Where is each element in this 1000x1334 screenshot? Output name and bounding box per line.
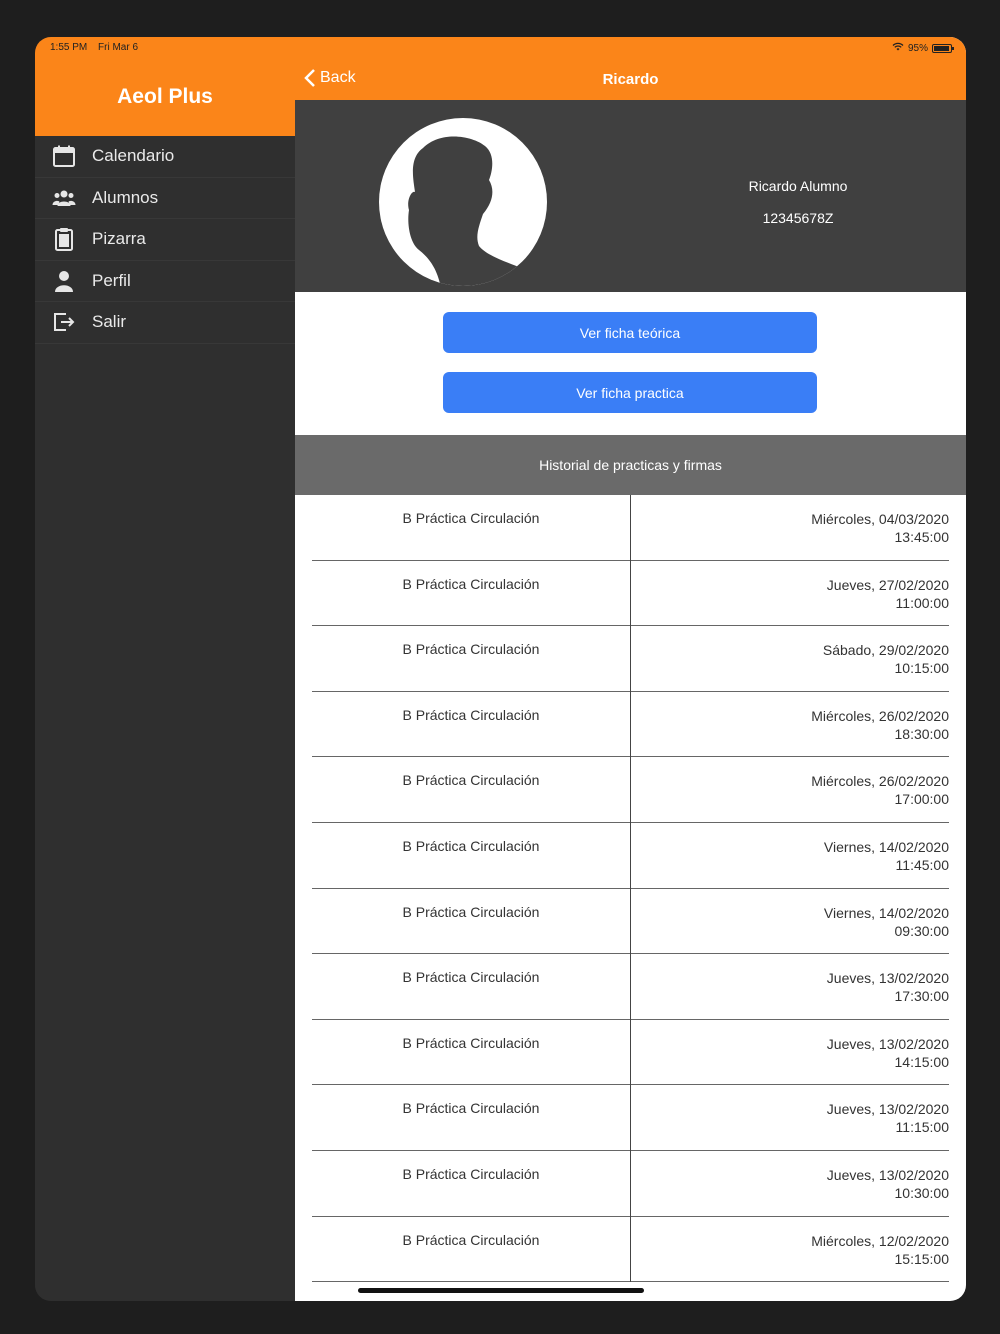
practice-type: B Práctica Circulación [402, 837, 540, 854]
sidebar-item-calendario[interactable]: Calendario [35, 136, 295, 178]
practice-datetime: Jueves, 13/02/2020 17:30:00 [630, 954, 949, 1019]
sidebar-item-label: Perfil [92, 270, 131, 290]
history-table: B Práctica Circulación Miércoles, 04/03/… [295, 495, 966, 1283]
practice-datetime: Jueves, 27/02/2020 11:00:00 [630, 561, 949, 626]
practice-date: Jueves, 13/02/2020 [826, 1035, 949, 1052]
app-title: Aeol Plus [117, 85, 213, 108]
practice-date: Miércoles, 26/02/2020 [811, 773, 949, 790]
page-title: Ricardo [602, 71, 659, 88]
sidebar-item-label: Pizarra [92, 229, 146, 249]
sidebar-item-label: Calendario [92, 146, 175, 166]
practice-time: 10:15:00 [894, 660, 950, 677]
main-content: 95% Back Ricardo Ricardo Alumno 12345678… [295, 37, 966, 1301]
practice-type: B Práctica Circulación [402, 1165, 540, 1182]
practice-type: B Práctica Circulación [402, 706, 540, 723]
practice-time: 13:45:00 [894, 529, 950, 545]
actions-panel: Ver ficha teórica Ver ficha practica [295, 292, 966, 435]
history-header: Historial de practicas y firmas [295, 435, 966, 495]
practice-date: Jueves, 13/02/2020 [826, 1166, 949, 1183]
sidebar-item-salir[interactable]: Salir [35, 302, 295, 344]
tablet-screen: 1:55 PM Fri Mar 6 Aeol Plus Calendario A… [35, 37, 966, 1301]
practice-type: B Práctica Circulación [402, 1231, 540, 1248]
practice-time: 11:45:00 [895, 856, 949, 873]
practice-type: B Práctica Circulación [402, 510, 540, 526]
avatar [379, 118, 547, 286]
wifi-icon [892, 42, 904, 54]
profile-name: Ricardo Alumno [748, 178, 848, 194]
practice-datetime: Viernes, 14/02/2020 11:45:00 [630, 823, 949, 888]
practice-type: B Práctica Circulación [402, 641, 540, 658]
practice-date: Miércoles, 04/03/2020 [811, 511, 949, 527]
status-date: Fri Mar 6 [98, 42, 139, 53]
practice-datetime: Jueves, 13/02/2020 14:15:00 [630, 1020, 949, 1085]
practice-datetime: Jueves, 13/02/2020 10:30:00 [630, 1151, 949, 1216]
practice-time: 14:15:00 [894, 1053, 950, 1070]
practice-time: 09:30:00 [894, 922, 950, 939]
practice-datetime: Miércoles, 26/02/2020 17:00:00 [630, 757, 949, 822]
practice-type: B Práctica Circulación [402, 903, 540, 920]
navbar: 95% Back Ricardo [295, 37, 966, 100]
calendar-icon [51, 143, 77, 169]
sidebar: 1:55 PM Fri Mar 6 Aeol Plus Calendario A… [35, 37, 295, 1301]
logout-icon [51, 309, 77, 335]
practice-time: 18:30:00 [894, 725, 950, 742]
battery-icon [932, 43, 954, 53]
practice-date: Jueves, 13/02/2020 [826, 970, 949, 987]
practice-datetime: Sábado, 29/02/2020 10:15:00 [630, 626, 949, 691]
practice-type: B Práctica Circulación [402, 1034, 540, 1051]
sidebar-item-perfil[interactable]: Perfil [35, 261, 295, 302]
sidebar-header: 1:55 PM Fri Mar 6 Aeol Plus [35, 37, 295, 136]
sidebar-item-label: Salir [92, 312, 127, 332]
practice-time: 17:30:00 [894, 988, 950, 1005]
practice-date: Miércoles, 12/02/2020 [811, 1232, 949, 1249]
practice-date: Miércoles, 26/02/2020 [811, 707, 949, 724]
practice-type: B Práctica Circulación [402, 1100, 540, 1117]
practice-time: 17:00:00 [894, 791, 950, 808]
practice-type: B Práctica Circulación [402, 575, 540, 592]
practice-type: B Práctica Circulación [402, 969, 540, 986]
practice-date: Viernes, 14/02/2020 [823, 904, 949, 921]
practice-time: 11:15:00 [895, 1119, 949, 1136]
sidebar-item-label: Alumnos [92, 187, 159, 207]
view-practice-button[interactable]: Ver ficha practica [443, 372, 817, 413]
battery-percent: 95% [907, 42, 928, 54]
practice-datetime: Miércoles, 26/02/2020 18:30:00 [630, 692, 949, 757]
status-bar-right: 95% [892, 42, 954, 54]
practice-datetime: Viernes, 14/02/2020 09:30:00 [630, 889, 949, 954]
practice-type: B Práctica Circulación [402, 772, 540, 789]
column-divider [630, 495, 631, 1283]
sidebar-menu: Calendario Alumnos Pizarra Perfil Salir [35, 136, 295, 344]
sidebar-item-pizarra[interactable]: Pizarra [35, 219, 295, 261]
home-indicator[interactable] [358, 1288, 644, 1293]
practice-datetime: Jueves, 13/02/2020 11:15:00 [630, 1085, 949, 1150]
profile-id: 12345678Z [762, 210, 834, 226]
practice-time: 10:30:00 [894, 1184, 950, 1201]
practice-date: Jueves, 13/02/2020 [826, 1101, 949, 1118]
practice-time: 11:00:00 [895, 594, 949, 611]
view-theory-button[interactable]: Ver ficha teórica [443, 312, 817, 353]
practice-date: Sábado, 29/02/2020 [822, 642, 949, 659]
practice-datetime: Miércoles, 12/02/2020 15:15:00 [630, 1217, 949, 1282]
practice-datetime: Miércoles, 04/03/2020 13:45:00 [630, 495, 949, 560]
practice-date: Viernes, 14/02/2020 [823, 838, 949, 855]
users-icon [51, 185, 77, 211]
practice-time: 15:15:00 [894, 1250, 950, 1267]
practice-date: Jueves, 27/02/2020 [826, 576, 949, 593]
sidebar-item-alumnos[interactable]: Alumnos [35, 178, 295, 219]
status-time: 1:55 PM [50, 42, 88, 53]
profile-panel: Ricardo Alumno 12345678Z [295, 100, 966, 292]
person-silhouette-icon [408, 136, 521, 286]
clipboard-icon [51, 226, 77, 252]
person-icon [51, 268, 77, 294]
status-bar-left: 1:55 PM Fri Mar 6 [50, 42, 146, 53]
